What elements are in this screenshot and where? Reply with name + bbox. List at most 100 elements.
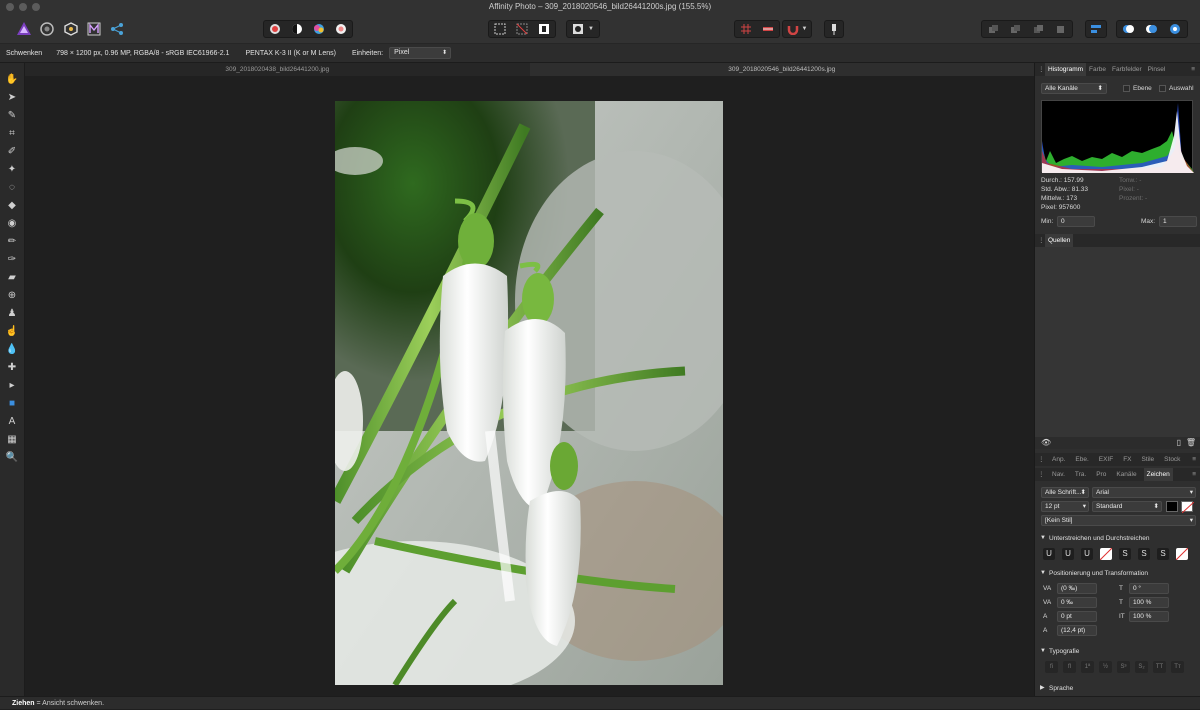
zoom-tool-icon[interactable]: 🔍 — [5, 450, 19, 464]
lasso-icon[interactable]: ◌ — [5, 180, 19, 194]
tone-mapping-persona-icon[interactable] — [85, 20, 103, 38]
transform-origin-button[interactable] — [824, 20, 844, 38]
underline-section-header[interactable]: Unterstreichen und Durchstreichen — [1035, 532, 1200, 545]
healing-icon[interactable]: ✚ — [5, 360, 19, 374]
new-source-icon[interactable]: ▯ — [1177, 438, 1181, 447]
vertical-scale-input[interactable]: 100 % — [1129, 611, 1169, 622]
text-color-swatch[interactable] — [1166, 501, 1178, 512]
kerning-input[interactable]: 0 ‰ — [1057, 597, 1097, 608]
tab-studio-0[interactable]: Anp. — [1049, 453, 1068, 466]
doc-tab-2[interactable]: 309_2018020546_bild26441200s.jpg — [529, 63, 1034, 76]
grid-snap-icon[interactable] — [740, 23, 752, 35]
min-input[interactable]: 0 — [1057, 216, 1095, 227]
underline-button-3[interactable] — [1099, 547, 1113, 561]
units-select[interactable]: Pixel ⬍ — [389, 47, 452, 59]
align-button[interactable] — [1085, 20, 1107, 38]
drag-handle-icon[interactable]: ⋮ — [1035, 63, 1045, 76]
auto-colors-icon[interactable] — [313, 23, 325, 35]
leading-input[interactable]: (12,4 pt) — [1057, 625, 1097, 636]
trash-icon[interactable]: 🗑 — [1186, 438, 1196, 447]
window-controls[interactable] — [6, 3, 40, 11]
typography-button-7[interactable]: Tт — [1171, 661, 1184, 673]
tab-studio-1[interactable]: Ebe. — [1072, 453, 1091, 466]
blur-tool-icon[interactable]: 💧 — [5, 342, 19, 356]
photo-persona-icon[interactable] — [14, 20, 34, 38]
underline-button-4[interactable]: S — [1119, 548, 1131, 560]
auto-contrast-icon[interactable] — [291, 23, 303, 35]
font-collection-select[interactable]: Alle Schrift... ⬍ — [1041, 487, 1089, 498]
font-style-select[interactable]: Standard ⬍ — [1092, 501, 1162, 512]
channel-select[interactable]: Alle Kanäle ⬍ — [1041, 83, 1107, 94]
tab-studio-3[interactable]: FX — [1120, 453, 1134, 466]
paint-brush-icon[interactable]: ✏ — [5, 234, 19, 248]
color-replace-icon[interactable]: ✑ — [5, 252, 19, 266]
text-tool-icon[interactable]: A — [5, 414, 19, 428]
layer-checkbox[interactable]: Ebene — [1123, 85, 1152, 92]
close-window-icon[interactable] — [6, 3, 14, 11]
eye-icon[interactable]: 👁 — [1041, 438, 1051, 447]
typography-section-header[interactable]: Typografie — [1035, 645, 1200, 658]
typography-button-0[interactable]: fi — [1045, 661, 1058, 673]
export-persona-icon[interactable] — [108, 20, 126, 38]
guides-icon[interactable] — [762, 23, 774, 35]
dodge-tool-icon[interactable]: ♟ — [5, 306, 19, 320]
paragraph-style-select[interactable]: [Kein Stil] ▾ — [1041, 515, 1196, 526]
underline-button-7[interactable] — [1175, 547, 1189, 561]
tab-swatches[interactable]: Farbfelder — [1109, 63, 1145, 76]
drag-handle-icon[interactable]: ⋮ — [1035, 468, 1045, 481]
tracking-input[interactable]: (0 ‰) — [1057, 583, 1097, 594]
typography-button-4[interactable]: Sˢ — [1117, 661, 1130, 673]
intersect-shape-icon[interactable] — [1169, 23, 1182, 35]
color-picker-icon[interactable]: ✎ — [5, 108, 19, 122]
crop-tool-icon[interactable]: ⌗ — [5, 126, 19, 140]
liquify-persona-icon[interactable] — [38, 20, 56, 38]
clone-tool-icon[interactable]: ⊕ — [5, 288, 19, 302]
move-forward-icon[interactable] — [1033, 24, 1044, 35]
tab-character-3[interactable]: Kanäle — [1113, 468, 1139, 481]
selection-checkbox[interactable]: Auswahl — [1159, 85, 1194, 92]
move-tool-icon[interactable]: ➤ — [5, 90, 19, 104]
drag-handle-icon[interactable]: ⋮ — [1035, 453, 1045, 466]
hand-tool-icon[interactable]: ✋ — [5, 72, 19, 86]
drag-handle-icon[interactable]: ⋮ — [1035, 234, 1045, 247]
tab-sources[interactable]: Quellen — [1045, 234, 1074, 247]
underline-button-1[interactable]: U — [1062, 548, 1074, 560]
tab-character-2[interactable]: Pro — [1093, 468, 1109, 481]
selection-brush-icon[interactable]: ✐ — [5, 144, 19, 158]
shape-tool-icon[interactable]: ■ — [5, 396, 19, 410]
add-shape-icon[interactable] — [1122, 23, 1135, 35]
typography-button-5[interactable]: S₂ — [1135, 661, 1148, 673]
font-family-select[interactable]: Arial ▾ — [1092, 487, 1196, 498]
tab-color[interactable]: Farbe — [1086, 63, 1109, 76]
move-to-back-icon[interactable] — [988, 24, 999, 35]
baseline-input[interactable]: 0 pt — [1057, 611, 1097, 622]
doc-tab-1[interactable]: 309_2018020438_bild26441200.jpg — [25, 63, 530, 76]
auto-levels-icon[interactable] — [269, 23, 281, 35]
sources-list[interactable] — [1035, 247, 1200, 437]
text-background-swatch[interactable] — [1181, 501, 1195, 514]
tab-studio-4[interactable]: Stile — [1139, 453, 1158, 466]
invert-selection-icon[interactable] — [538, 23, 550, 35]
flood-select-icon[interactable]: ✦ — [5, 162, 19, 176]
position-section-header[interactable]: Positionierung und Transformation — [1035, 567, 1200, 580]
panel-menu-icon[interactable]: ≡ — [1188, 63, 1198, 76]
move-to-front-icon[interactable] — [1055, 24, 1066, 35]
underline-button-5[interactable]: S — [1138, 548, 1150, 560]
move-back-icon[interactable] — [1010, 24, 1021, 35]
typography-button-3[interactable]: ½ — [1099, 661, 1112, 673]
tab-brushes[interactable]: Pinsel — [1145, 63, 1169, 76]
max-input[interactable]: 1 — [1159, 216, 1197, 227]
select-all-icon[interactable] — [494, 23, 506, 35]
mesh-warp-icon[interactable]: ▦ — [5, 432, 19, 446]
typography-button-1[interactable]: ﬂ — [1063, 661, 1076, 673]
language-section-header[interactable]: Sprache — [1035, 682, 1200, 695]
shear-input[interactable]: 0 ° — [1129, 583, 1169, 594]
auto-white-balance-icon[interactable] — [335, 23, 347, 35]
fill-tool-icon[interactable]: ◆ — [5, 198, 19, 212]
panel-menu-icon[interactable]: ≡ — [1189, 453, 1199, 466]
typography-button-2[interactable]: 1ª — [1081, 661, 1094, 673]
typography-button-6[interactable]: TT — [1153, 661, 1166, 673]
minimize-window-icon[interactable] — [19, 3, 27, 11]
font-size-select[interactable]: 12 pt ▾ — [1041, 501, 1089, 512]
tab-histogram[interactable]: Histogramm — [1045, 63, 1087, 76]
